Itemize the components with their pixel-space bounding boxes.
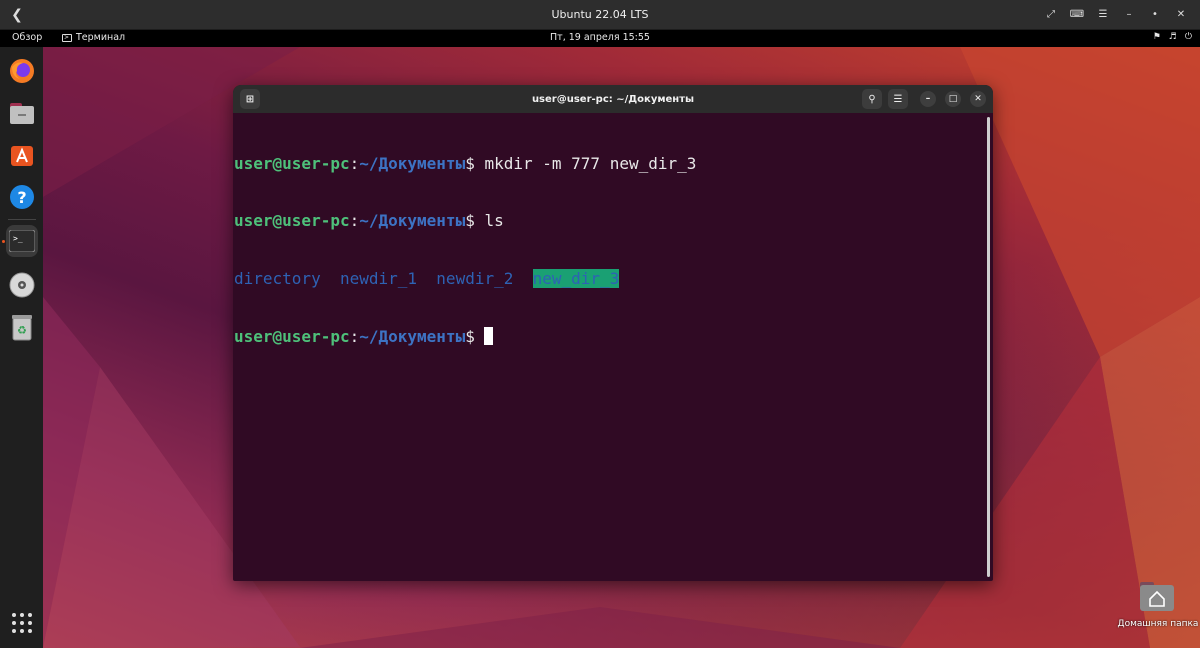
files-icon[interactable] — [6, 97, 38, 129]
home-folder-icon[interactable] — [1140, 580, 1174, 612]
new-tab-icon[interactable]: ⊞ — [240, 89, 260, 109]
network-icon: ⚑ — [1152, 32, 1161, 42]
prompt-user: user@user-pc — [234, 153, 350, 173]
terminal-icon[interactable]: >_ — [6, 225, 38, 257]
vm-title: Ubuntu 22.04 LTS — [551, 8, 649, 21]
clock[interactable]: Пт, 19 апреля 15:55 — [0, 32, 1200, 43]
menu-icon[interactable]: ☰ — [1094, 5, 1112, 23]
vm-title-bar: ❮ Ubuntu 22.04 LTS ⤢ ⌨ ☰ – • ✕ — [0, 0, 1200, 30]
ls-output-line: directory newdir_1 newdir_2 new_dir_3 — [234, 269, 984, 289]
disc-icon[interactable] — [6, 269, 38, 301]
activities-button[interactable]: Обзор — [12, 32, 42, 43]
terminal-line: user@user-pc:~/Документы$ ls — [234, 211, 984, 230]
prompt-user: user@user-pc — [234, 211, 350, 231]
home-folder-label: Домашняя папка — [1117, 619, 1199, 629]
directory-entry: directory — [234, 269, 321, 289]
directory-entry-world-writable: new_dir_3 — [532, 269, 620, 289]
prompt-symbol: $ — [465, 211, 485, 231]
command-text: ls — [484, 211, 504, 231]
power-icon: ⏻ — [1184, 32, 1192, 42]
fullscreen-icon[interactable]: ⤢ — [1042, 5, 1060, 23]
dock: ? >_ ♻ — [0, 47, 43, 648]
prompt-symbol: $ — [465, 153, 485, 173]
app-menu[interactable]: > Терминал — [62, 32, 125, 43]
settings-icon[interactable]: • — [1146, 5, 1164, 23]
help-icon[interactable]: ? — [6, 181, 38, 213]
app-menu-label: Терминал — [76, 32, 126, 43]
terminal-titlebar[interactable]: ⊞ user@user-pc: ~/Документы ⚲ ☰ – □ ✕ — [233, 85, 993, 113]
svg-text:>_: >_ — [13, 234, 23, 243]
chevron-left-icon[interactable]: ❮ — [8, 6, 26, 24]
terminal-icon: > — [62, 33, 72, 42]
dock-separator — [8, 219, 36, 220]
firefox-icon[interactable] — [6, 55, 38, 87]
prompt-path: ~/Документы — [359, 327, 466, 347]
hamburger-menu-icon[interactable]: ☰ — [888, 89, 908, 109]
close-icon[interactable]: ✕ — [970, 91, 986, 107]
trash-icon[interactable]: ♻ — [6, 311, 38, 343]
prompt-path: ~/Документы — [359, 211, 466, 231]
minimize-icon[interactable]: – — [1120, 5, 1138, 23]
prompt-user: user@user-pc — [234, 327, 350, 347]
prompt-symbol: $ — [465, 327, 485, 347]
running-indicator — [2, 240, 5, 243]
command-text: mkdir -m 777 new_dir_3 — [484, 153, 697, 173]
terminal-line: user@user-pc:~/Документы$ — [234, 327, 984, 346]
terminal-window[interactable]: ⊞ user@user-pc: ~/Документы ⚲ ☰ – □ ✕ us… — [233, 85, 993, 581]
terminal-title: user@user-pc: ~/Документы — [531, 93, 695, 105]
terminal-scrollbar[interactable] — [987, 117, 990, 577]
prompt-colon: : — [349, 153, 360, 173]
vm-controls: ⤢ ⌨ ☰ – • ✕ — [1042, 5, 1190, 23]
terminal-output[interactable]: user@user-pc:~/Документы$ mkdir -m 777 n… — [234, 115, 984, 575]
svg-text:?: ? — [17, 188, 26, 207]
show-apps-icon[interactable] — [6, 607, 38, 639]
keyboard-icon[interactable]: ⌨ — [1068, 5, 1086, 23]
maximize-icon[interactable]: □ — [945, 91, 961, 107]
prompt-colon: : — [349, 211, 360, 231]
search-icon[interactable]: ⚲ — [862, 89, 882, 109]
minimize-icon[interactable]: – — [920, 91, 936, 107]
directory-entry: newdir_2 — [436, 269, 514, 289]
prompt-path: ~/Документы — [359, 153, 466, 173]
directory-entry: newdir_1 — [339, 269, 418, 289]
volume-icon: ♬ — [1168, 32, 1177, 42]
terminal-line: user@user-pc:~/Документы$ mkdir -m 777 n… — [234, 154, 984, 173]
top-panel: Обзор > Терминал Пт, 19 апреля 15:55 ⚑ ♬… — [0, 30, 1200, 47]
system-tray[interactable]: ⚑ ♬ ⏻ — [1153, 32, 1192, 42]
text-cursor — [484, 327, 494, 346]
prompt-colon: : — [349, 327, 360, 347]
app-center-icon[interactable] — [6, 139, 38, 171]
svg-text:♻: ♻ — [17, 324, 27, 337]
close-icon[interactable]: ✕ — [1172, 5, 1190, 23]
